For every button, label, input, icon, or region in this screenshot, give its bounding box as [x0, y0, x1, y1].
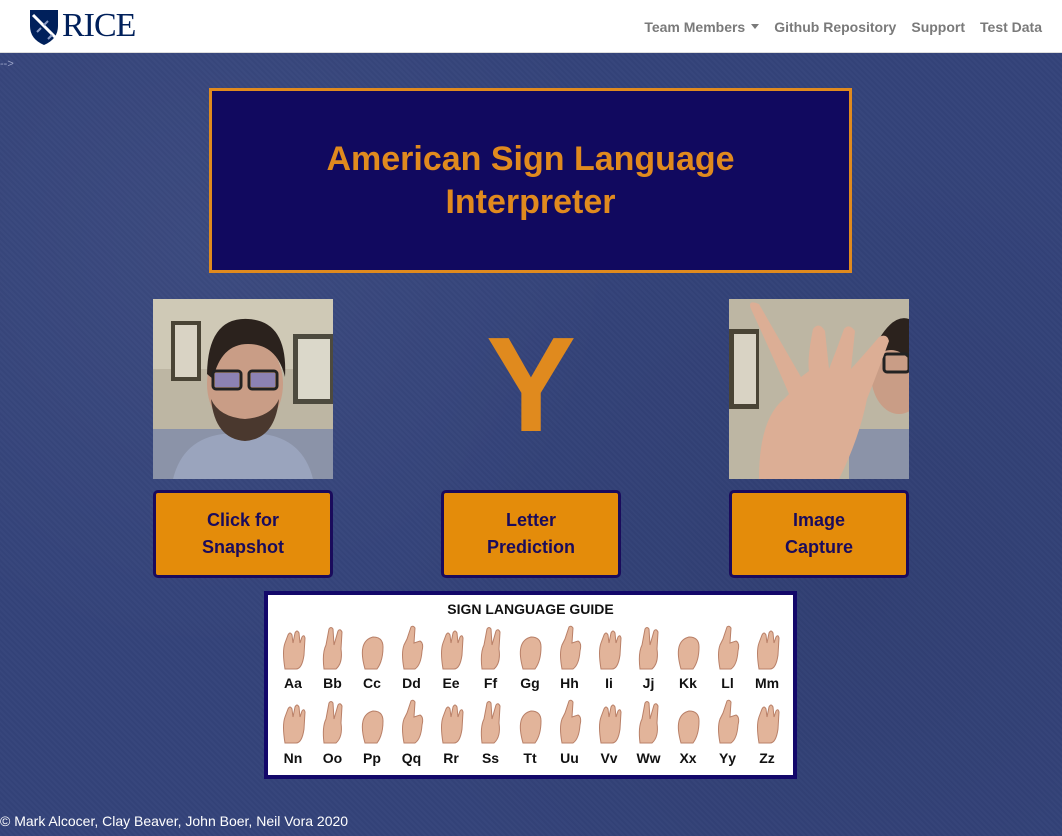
snapshot-button[interactable]: Click for Snapshot — [153, 490, 333, 578]
page-title-line1: American Sign Language — [326, 139, 735, 178]
hand-sign-icon — [717, 699, 739, 744]
guide-letter-label: Dd — [402, 675, 421, 691]
nav-test-data[interactable]: Test Data — [980, 19, 1042, 35]
hand-sign-icon — [599, 630, 622, 670]
nav-menu: Team Members Github Repository Support T… — [644, 0, 1042, 53]
guide-letter-label: Ww — [636, 750, 661, 766]
guide-letter-label: Hh — [560, 675, 579, 691]
guide-letter-label: Aa — [284, 675, 302, 691]
guide-letter-label: Cc — [363, 675, 381, 691]
hand-sign-icon — [361, 710, 384, 744]
guide-letter-label: Mm — [754, 675, 780, 691]
guide-letter-label: Ee — [442, 675, 460, 691]
guide-letter-label: Ff — [483, 675, 498, 691]
hand-sign-icon — [757, 630, 780, 670]
guide-letter-label: Jj — [642, 675, 655, 691]
nav-support[interactable]: Support — [911, 19, 965, 35]
hand-sign-icon — [757, 704, 780, 744]
navbar: RICE Team Members Github Repository Supp… — [0, 0, 1062, 53]
hand-sign-icon — [717, 625, 739, 670]
nav-github-repository[interactable]: Github Repository — [774, 19, 896, 35]
image-capture-button[interactable]: Image Capture — [729, 490, 909, 578]
hand-sign-icon — [401, 699, 423, 744]
guide-letter-label: Ll — [721, 675, 734, 691]
guide-letter-label: Xx — [679, 750, 697, 766]
brand-logo[interactable]: RICE — [28, 6, 136, 46]
hand-sign-icon — [283, 704, 306, 744]
hand-sign-icon — [322, 627, 343, 670]
guide-letter-label: Rr — [443, 750, 459, 766]
hand-sign-icon — [677, 710, 700, 744]
hand-sign-icon — [480, 627, 501, 670]
capture-image — [729, 299, 909, 479]
hand-sign-icon — [599, 704, 622, 744]
hand-sign-icon — [638, 627, 659, 670]
guide-letter-label: Nn — [283, 750, 303, 766]
guide-letter-label: Gg — [520, 675, 540, 691]
brand-wordmark: RICE — [62, 7, 136, 44]
hand-sign-icon — [441, 630, 464, 670]
guide-title: SIGN LANGUAGE GUIDE — [447, 601, 614, 617]
guide-letter-label: Ss — [481, 750, 500, 766]
hand-sign-icon — [519, 710, 542, 744]
snapshot-image — [153, 299, 333, 479]
hand-sign-icon — [519, 636, 542, 670]
guide-letter-label: Vv — [600, 750, 618, 766]
guide-letter-label: Ii — [605, 675, 613, 691]
guide-letter-label: Uu — [560, 750, 579, 766]
stray-text: --> — [0, 58, 14, 70]
sign-language-guide: SIGN LANGUAGE GUIDE Aa Bb Cc Dd Ee Ff Gg Hh Ii Jj… — [264, 591, 797, 779]
hand-sign-icon — [361, 636, 384, 670]
guide-letter-label: Qq — [401, 750, 422, 766]
predicted-letter: Y — [485, 309, 577, 460]
guide-letter-label: Pp — [363, 750, 381, 766]
hand-sign-icon — [559, 699, 581, 744]
letter-prediction-button[interactable]: Letter Prediction — [441, 490, 621, 578]
guide-letter-label: Oo — [322, 750, 343, 766]
guide-letter-label: Tt — [523, 750, 537, 766]
nav-team-members[interactable]: Team Members — [644, 18, 760, 35]
hand-sign-icon — [677, 636, 700, 670]
page-title-line2: Interpreter — [445, 182, 616, 221]
hand-sign-icon — [322, 701, 343, 744]
guide-letter-label: Kk — [679, 675, 697, 691]
title-box: American Sign Language Interpreter — [209, 88, 852, 273]
hand-sign-icon — [441, 704, 464, 744]
rice-shield-icon — [30, 10, 58, 45]
footer-credits: © Mark Alcocer, Clay Beaver, John Boer, … — [0, 813, 349, 829]
nav-team-members-label: Team Members — [644, 18, 746, 35]
guide-letter-label: Bb — [323, 675, 342, 691]
caret-down-icon — [751, 23, 760, 29]
hand-sign-icon — [480, 701, 501, 744]
guide-letter-label: Yy — [718, 750, 737, 766]
hand-sign-icon — [401, 625, 423, 670]
guide-letter-label: Zz — [759, 750, 775, 766]
hand-sign-icon — [638, 701, 659, 744]
hand-sign-icon — [283, 630, 306, 670]
hand-sign-icon — [559, 625, 581, 670]
page-title: American Sign Language Interpreter — [296, 138, 766, 224]
